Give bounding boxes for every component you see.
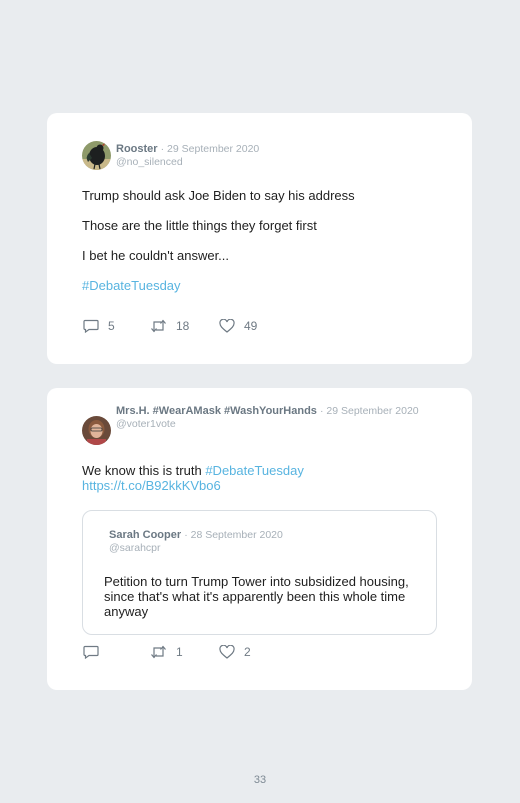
reply-button[interactable]	[83, 645, 108, 659]
author-handle[interactable]: @no_silenced	[116, 156, 259, 168]
retweet-count: 1	[176, 645, 183, 659]
tweet-meta: Rooster · 29 September 2020 @no_silenced	[116, 143, 259, 168]
author-name[interactable]: Rooster	[116, 143, 158, 155]
like-icon	[219, 319, 235, 333]
reply-button[interactable]: 5	[83, 319, 115, 333]
tweet-line: Those are the little things they forget …	[82, 218, 317, 233]
like-count: 2	[244, 645, 251, 659]
author-name[interactable]: Mrs.H. #WearAMask #WashYourHands	[116, 405, 317, 417]
tweet-card: Mrs.H. #WearAMask #WashYourHands · 29 Se…	[47, 388, 472, 690]
avatar[interactable]	[82, 141, 111, 170]
hashtag-link[interactable]: #DebateTuesday	[205, 463, 304, 478]
retweet-button[interactable]: 1	[150, 645, 183, 659]
tweet-date: · 29 September 2020	[160, 143, 260, 155]
tweet-date: · 29 September 2020	[319, 405, 419, 417]
tweet-card: Rooster · 29 September 2020 @no_silenced…	[47, 113, 472, 364]
quoted-text: Petition to turn Trump Tower into subsid…	[104, 574, 409, 619]
quoted-meta: Sarah Cooper · 28 September 2020 @sarahc…	[109, 529, 283, 554]
hashtag-link[interactable]: #DebateTuesday	[82, 278, 181, 293]
retweet-button[interactable]: 18	[150, 319, 189, 333]
like-icon	[219, 645, 235, 659]
quoted-author-name[interactable]: Sarah Cooper	[109, 529, 181, 541]
quoted-date: · 28 September 2020	[184, 529, 283, 541]
tweet-text: We know this is truth #DebateTuesday htt…	[82, 463, 304, 493]
tweet-body: We know this is truth	[82, 463, 202, 478]
like-count: 49	[244, 319, 258, 333]
page-number: 33	[253, 774, 267, 786]
retweet-icon	[151, 319, 166, 333]
quoted-handle[interactable]: @sarahcpr	[109, 542, 283, 554]
avatar[interactable]	[82, 416, 111, 445]
like-button[interactable]: 49	[219, 319, 257, 333]
tweet-line: I bet he couldn't answer...	[82, 248, 230, 263]
tweet-line: Trump should ask Joe Biden to say his ad…	[82, 188, 355, 203]
retweet-icon	[151, 645, 166, 659]
like-button[interactable]: 2	[219, 645, 251, 659]
reply-icon	[83, 645, 99, 659]
tweet-meta: Mrs.H. #WearAMask #WashYourHands · 29 Se…	[116, 405, 426, 430]
reply-count: 5	[108, 319, 115, 333]
url-link[interactable]: https://t.co/B92kkKVbo6	[82, 478, 221, 493]
reply-icon	[83, 319, 99, 333]
quoted-tweet[interactable]: Sarah Cooper · 28 September 2020 @sarahc…	[82, 510, 437, 635]
retweet-count: 18	[176, 319, 190, 333]
author-handle[interactable]: @voter1vote	[116, 418, 426, 430]
